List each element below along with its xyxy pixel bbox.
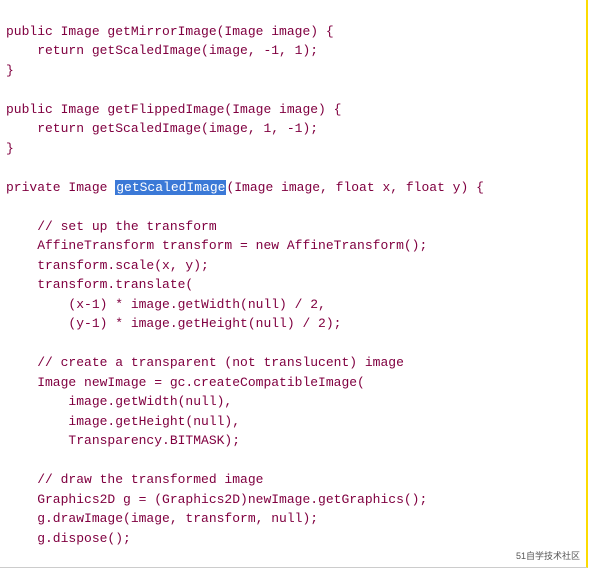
code-line: g.drawImage(image, transform, null); (6, 511, 318, 526)
code-text: (Image image, float x, float y) { (226, 180, 483, 195)
code-line: image.getWidth(null), (6, 394, 232, 409)
code-line: // draw the transformed image (6, 472, 263, 487)
code-line: transform.translate( (6, 277, 193, 292)
watermark-text: 51自学技术社区 (516, 550, 580, 564)
code-line: Graphics2D g = (Graphics2D)newImage.getG… (6, 492, 427, 507)
code-line: image.getHeight(null), (6, 414, 240, 429)
code-block: public Image getMirrorImage(Image image)… (0, 0, 588, 568)
code-line: return getScaledImage(image, -1, 1); (6, 43, 318, 58)
selected-text[interactable]: getScaledImage (115, 180, 226, 195)
code-line: return getScaledImage(image, 1, -1); (6, 121, 318, 136)
code-line: public Image getMirrorImage(Image image)… (6, 24, 334, 39)
code-line: (x-1) * image.getWidth(null) / 2, (6, 297, 326, 312)
code-line: (y-1) * image.getHeight(null) / 2); (6, 316, 341, 331)
code-line: g.dispose(); (6, 531, 131, 546)
code-line: // set up the transform (6, 219, 217, 234)
code-line: Image newImage = gc.createCompatibleImag… (6, 375, 365, 390)
code-line: transform.scale(x, y); (6, 258, 209, 273)
code-line: } (6, 63, 14, 78)
code-line: private Image getScaledImage(Image image… (6, 180, 484, 195)
code-text: private Image (6, 180, 115, 195)
code-line: public Image getFlippedImage(Image image… (6, 102, 341, 117)
code-line: } (6, 141, 14, 156)
code-line: // create a transparent (not translucent… (6, 355, 404, 370)
code-line: AffineTransform transform = new AffineTr… (6, 238, 427, 253)
code-line: Transparency.BITMASK); (6, 433, 240, 448)
